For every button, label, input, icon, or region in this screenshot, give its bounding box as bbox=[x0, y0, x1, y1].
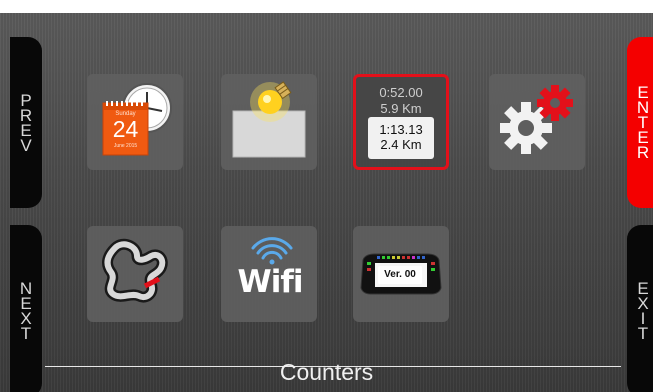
lap-time: 1:13.13 bbox=[379, 122, 423, 137]
version-tile[interactable]: Ver. 00 bbox=[353, 226, 449, 322]
light-bulb-icon bbox=[232, 81, 306, 158]
next-letter: T bbox=[20, 324, 32, 343]
enter-letter: R bbox=[636, 143, 650, 162]
calendar-day: 24 bbox=[112, 116, 139, 142]
race-track-icon bbox=[102, 238, 168, 303]
prev-letter: V bbox=[20, 135, 32, 155]
main-screen: P R E V N E X T E N T E R E X I T Sunday… bbox=[0, 13, 653, 392]
wifi-tile[interactable]: Wifi bbox=[221, 226, 317, 322]
brightness-tile[interactable] bbox=[221, 74, 317, 170]
prev-button[interactable]: P R E V bbox=[10, 37, 42, 208]
page-title: Counters bbox=[279, 359, 374, 385]
calendar-month-year: June 2015 bbox=[113, 143, 138, 149]
track-tile[interactable] bbox=[87, 226, 183, 322]
wifi-label: Wifi bbox=[237, 264, 304, 300]
enter-button[interactable]: E N T E R bbox=[627, 37, 653, 208]
best-distance: 5.9 Km bbox=[380, 101, 422, 116]
calendar-clock-tile[interactable]: Sunday 24 June 2015 bbox=[87, 74, 183, 170]
lap-times-tile[interactable]: 0:52.00 5.9 Km 1:13.13 2.4 Km bbox=[353, 74, 449, 170]
current-lap-box: 1:13.13 2.4 Km bbox=[368, 117, 434, 159]
settings-tile[interactable] bbox=[489, 74, 585, 170]
device-frame: P R E V N E X T E N T E R E X I T Sunday… bbox=[0, 0, 653, 392]
best-time: 0:52.00 bbox=[379, 85, 423, 100]
gears-icon bbox=[500, 85, 573, 154]
version-label: Ver. 00 bbox=[378, 266, 422, 284]
lap-distance: 2.4 Km bbox=[380, 137, 422, 152]
exit-letter: T bbox=[637, 324, 649, 343]
